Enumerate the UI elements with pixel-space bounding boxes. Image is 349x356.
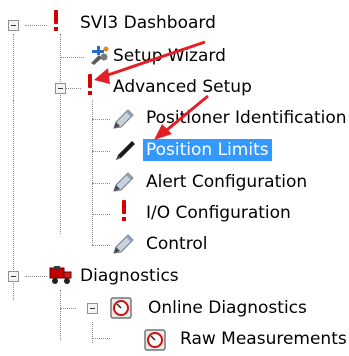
tree-view: SVI3 Dashboard Setup Wizard Advanced Set… bbox=[0, 0, 349, 351]
tree-line bbox=[60, 290, 61, 340]
tree-line bbox=[25, 25, 47, 26]
tree-line bbox=[60, 308, 76, 309]
error-exclamation-icon bbox=[86, 74, 94, 98]
gauge-icon bbox=[110, 297, 132, 319]
tree-item-label: SVI3 Dashboard bbox=[80, 13, 216, 33]
tree-line bbox=[92, 245, 110, 246]
pen-icon bbox=[113, 138, 137, 162]
tree-line bbox=[13, 100, 14, 300]
tree-item-label: I/O Configuration bbox=[146, 203, 291, 223]
tree-line bbox=[92, 214, 110, 215]
tree-item-label: Diagnostics bbox=[80, 266, 179, 286]
tree-line bbox=[92, 119, 110, 120]
tree-line bbox=[92, 183, 110, 184]
pencil-icon bbox=[112, 108, 136, 130]
tree-item-label: Alert Configuration bbox=[146, 172, 308, 192]
tree-line bbox=[92, 322, 93, 343]
tree-line bbox=[92, 338, 110, 339]
tree-item-label: Raw Measurements bbox=[180, 329, 347, 349]
collapse-toggle[interactable] bbox=[8, 20, 19, 31]
tree-item-label: Control bbox=[146, 234, 208, 254]
collapse-toggle[interactable] bbox=[87, 303, 98, 314]
tree-line bbox=[60, 34, 61, 234]
pencil-icon bbox=[112, 233, 136, 255]
diagnostics-truck-icon bbox=[48, 265, 74, 287]
error-exclamation-icon bbox=[52, 10, 60, 34]
tree-line bbox=[60, 57, 84, 58]
tree-line bbox=[25, 276, 47, 277]
tree-line bbox=[92, 151, 110, 152]
gauge-icon bbox=[144, 329, 166, 351]
tree-item-label: Online Diagnostics bbox=[148, 298, 307, 318]
collapse-toggle[interactable] bbox=[8, 271, 19, 282]
tree-item-label: Position Limits bbox=[143, 139, 272, 161]
tree-line bbox=[65, 88, 81, 89]
tree-item-label: Positioner Identification bbox=[146, 108, 347, 128]
collapse-toggle[interactable] bbox=[55, 83, 66, 94]
tree-line bbox=[92, 100, 93, 245]
pencil-icon bbox=[112, 171, 136, 193]
tree-item-label: Setup Wizard bbox=[113, 46, 226, 66]
wizard-wrench-icon bbox=[88, 45, 110, 65]
error-exclamation-icon bbox=[120, 200, 128, 224]
tree-item-label: Advanced Setup bbox=[113, 77, 252, 97]
